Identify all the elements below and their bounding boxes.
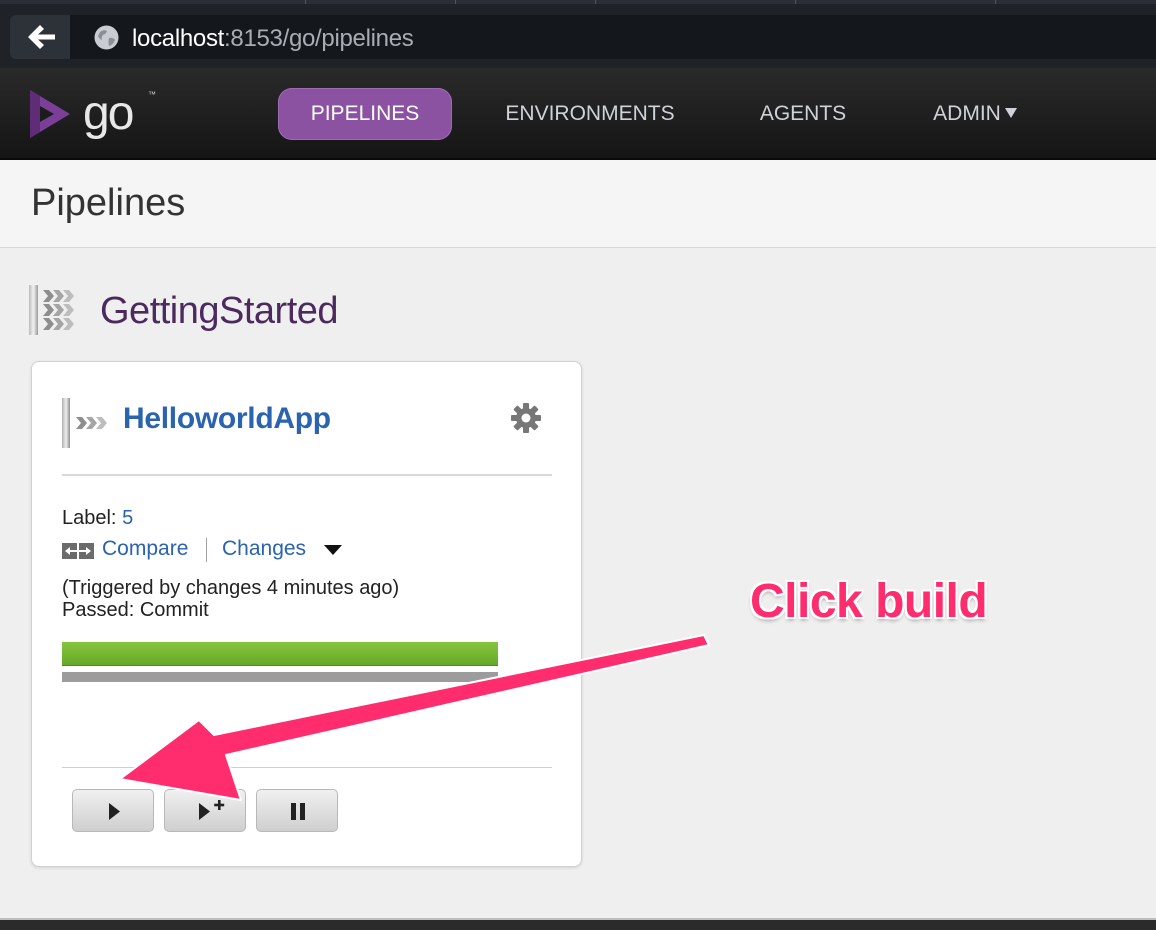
changes-link[interactable]: Changes bbox=[222, 537, 306, 561]
nav-pipelines[interactable]: PIPELINES bbox=[278, 88, 452, 140]
pause-button[interactable] bbox=[256, 789, 338, 832]
play-plus-icon bbox=[199, 800, 225, 820]
url-text: localhost:8153/go/pipelines bbox=[132, 25, 414, 52]
back-arrow-icon bbox=[28, 25, 55, 49]
chevron-down-icon bbox=[1004, 108, 1017, 118]
go-logo-mark-icon bbox=[30, 90, 70, 138]
pipeline-group-name[interactable]: GettingStarted bbox=[100, 290, 339, 333]
card-divider bbox=[62, 474, 552, 476]
label-row: Label: 5 bbox=[62, 507, 133, 530]
pipeline-card: HelloworldApp Label: 5 Compare Changes (… bbox=[31, 361, 582, 867]
pipeline-group-icon bbox=[29, 285, 74, 335]
triggered-text: (Triggered by changes 4 minutes ago) bbox=[62, 577, 400, 599]
compare-icon bbox=[62, 543, 94, 559]
label-value-link[interactable]: 5 bbox=[122, 507, 133, 529]
nav-admin-label: ADMIN bbox=[933, 102, 1001, 125]
passed-text: Passed: Commit bbox=[62, 599, 209, 621]
compare-link[interactable]: Compare bbox=[102, 537, 188, 561]
card-divider-bottom bbox=[62, 767, 552, 768]
tab-strip bbox=[0, 0, 1156, 4]
pipeline-name-link[interactable]: HelloworldApp bbox=[123, 402, 331, 436]
nav-environments[interactable]: ENVIRONMENTS bbox=[496, 88, 684, 140]
label-key: Label: bbox=[62, 507, 117, 529]
page-title-bar: Pipelines bbox=[0, 160, 1156, 248]
trigger-info: (Triggered by changes 4 minutes ago) Pas… bbox=[62, 577, 399, 621]
logo-wordmark: go bbox=[83, 87, 134, 140]
address-bar[interactable]: localhost:8153/go/pipelines bbox=[70, 15, 1156, 59]
globe-icon bbox=[94, 25, 119, 50]
browser-toolbar: localhost:8153/go/pipelines bbox=[0, 0, 1156, 68]
bottom-strip bbox=[0, 918, 1156, 930]
stage-status-bar[interactable] bbox=[62, 642, 498, 666]
page-title: Pipelines bbox=[31, 182, 186, 224]
pipeline-icon bbox=[62, 398, 107, 448]
link-separator bbox=[206, 538, 207, 562]
nav-admin[interactable]: ADMIN bbox=[922, 88, 1028, 140]
go-logo[interactable]: go ™ bbox=[28, 84, 168, 144]
gear-icon[interactable] bbox=[510, 402, 542, 434]
trigger-button[interactable] bbox=[72, 789, 154, 832]
stage-progress-bar bbox=[62, 672, 498, 682]
trigger-with-options-button[interactable] bbox=[164, 789, 246, 832]
nav-agents[interactable]: AGENTS bbox=[750, 88, 856, 140]
app-header: go ™ PIPELINES ENVIRONMENTS AGENTS ADMIN bbox=[0, 68, 1156, 160]
back-button[interactable] bbox=[10, 15, 70, 59]
play-icon bbox=[109, 803, 120, 820]
caret-down-icon[interactable] bbox=[324, 545, 342, 555]
pause-icon bbox=[291, 803, 305, 820]
annotation-callout: Click build bbox=[750, 575, 988, 628]
logo-trademark: ™ bbox=[148, 90, 156, 99]
